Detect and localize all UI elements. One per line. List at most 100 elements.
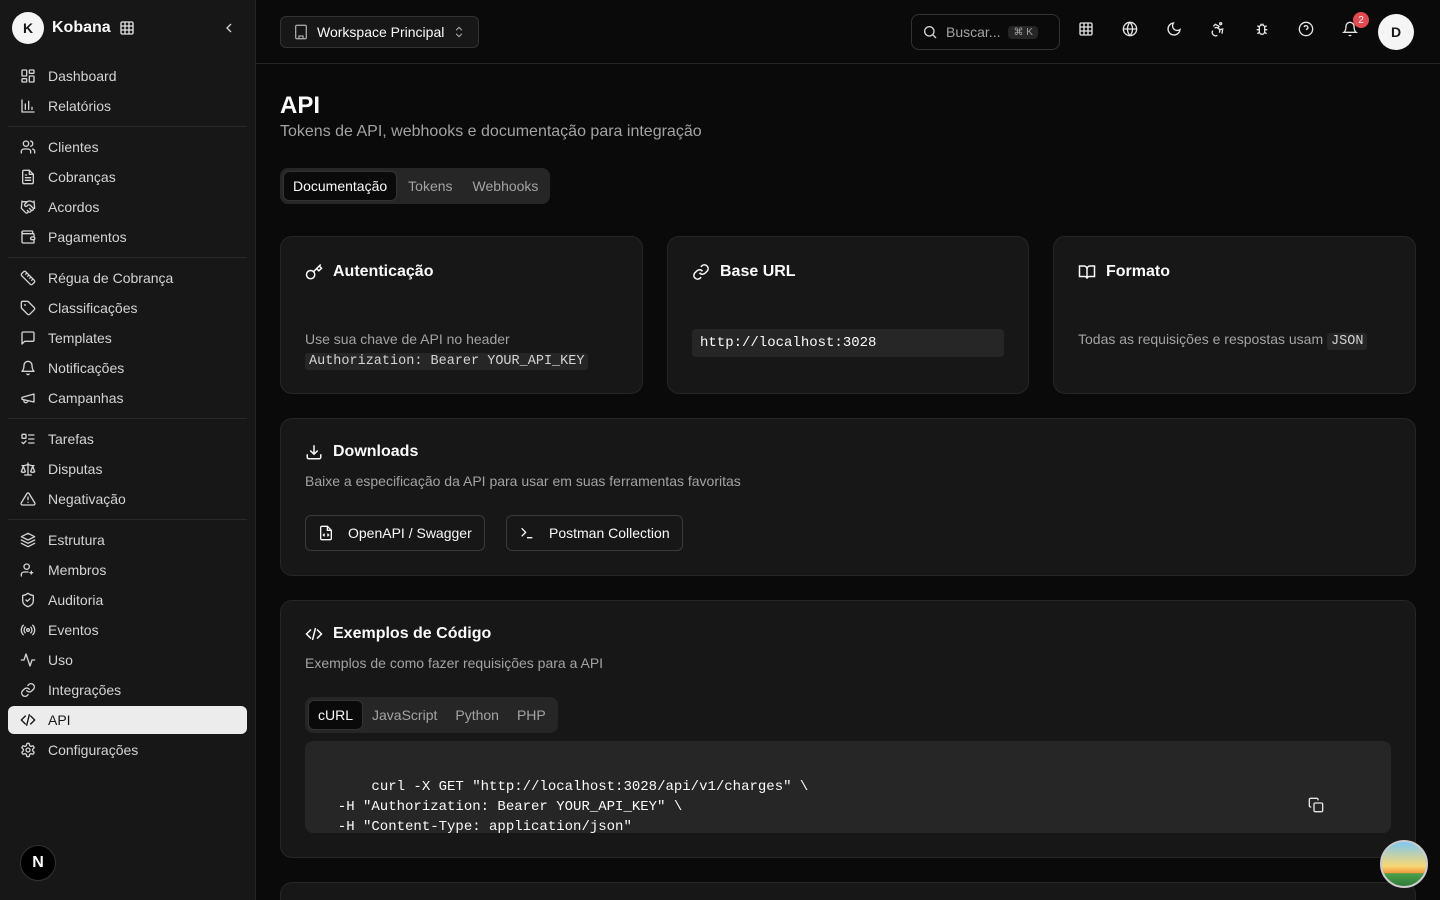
link-icon [693,264,709,280]
table-icon[interactable] [1078,21,1094,37]
next-badge[interactable]: N [20,845,56,881]
copy-icon[interactable] [1308,757,1375,853]
sidebar-item-acordos[interactable]: Acordos [8,193,247,221]
user-avatar[interactable]: D [1378,14,1414,50]
sidebar-group: Estrutura Membros Auditoria Eventos Uso Integ… [8,520,247,770]
language-tabs: cURL JavaScript Python PHP [305,697,558,733]
auth-header-code: Authorization: Bearer YOUR_API_KEY [305,353,589,370]
sidebar-item-api[interactable]: API [8,706,247,734]
search-placeholder: Buscar... [946,24,1001,40]
sidebar-header: K Kobana [0,0,255,56]
file-code-icon [320,525,332,541]
sidebar-item-membros[interactable]: Membros [8,556,247,584]
next-section-card [280,882,1416,900]
format-title-text: Formato [1106,263,1170,280]
sidebar-item-templates[interactable]: Templates [8,324,247,352]
sidebar-item-label: Auditoria [48,592,104,608]
page-tabs: Documentação Tokens Webhooks [280,168,551,204]
accessibility-icon[interactable] [1210,21,1226,37]
code-sample: curl -X GET "http://localhost:3028/api/v… [305,741,1391,835]
tab-tokens[interactable]: Tokens [399,171,461,201]
sidebar-item-label: Disputas [48,461,103,477]
sidebar-item-label: Régua de Cobrança [48,270,174,286]
sidebar-item-pagamentos[interactable]: Pagamentos [8,223,247,251]
search-shortcut: ⌘ K [1008,25,1038,39]
sidebar-item-notificacoes[interactable]: Notificações [8,354,247,382]
code-sample-text: curl -X GET "http://localhost:3028/api/v… [337,779,809,835]
sidebar-item-eventos[interactable]: Eventos [8,616,247,644]
code-examples-card: Exemplos de Código Exemplos de como faze… [280,600,1416,858]
language-tab-curl[interactable]: cURL [308,700,364,730]
chevrons-up-down-icon [452,25,466,39]
layers-icon [20,532,48,548]
sidebar-item-integracoes[interactable]: Integrações [8,676,247,704]
base-url-title-text: Base URL [720,263,796,280]
format-card-title: Formato [1078,263,1170,281]
downloads-subtitle: Baixe a especificação da API para usar e… [305,473,741,489]
chevron-left-icon[interactable] [221,20,237,36]
postman-label: Postman Collection [549,525,670,541]
moon-icon[interactable] [1166,21,1182,37]
bug-icon[interactable] [1254,21,1270,37]
sidebar-item-negativacao[interactable]: Negativação [8,485,247,513]
downloads-card: Downloads Baixe a especificação da API p… [280,418,1416,576]
base-url-card-title: Base URL [692,263,796,281]
sidebar-item-auditoria[interactable]: Auditoria [8,586,247,614]
notification-count: 2 [1353,12,1369,28]
sidebar-item-tarefas[interactable]: Tarefas [8,425,247,453]
activity-icon [20,652,48,668]
search-icon [924,26,937,39]
sidebar-item-clientes[interactable]: Clientes [8,133,247,161]
sidebar-item-classificacoes[interactable]: Classificações [8,294,247,322]
scale-icon [20,461,48,477]
bar-chart-icon [20,98,48,114]
downloads-title: Downloads [305,443,418,461]
search-button[interactable]: Buscar... ⌘ K [911,14,1060,50]
sidebar-item-relatorios[interactable]: Relatórios [8,92,247,120]
tab-documentacao[interactable]: Documentação [283,171,398,201]
sidebar-item-cobrancas[interactable]: Cobranças [8,163,247,191]
tab-webhooks[interactable]: Webhooks [464,171,548,201]
assistant-avatar-button[interactable] [1380,840,1428,888]
format-description: Todas as requisições e respostas usam [1078,331,1324,347]
terminal-icon [521,527,533,539]
auth-title-text: Autenticação [333,263,434,280]
message-square-icon [20,330,48,346]
sidebar-item-label: Membros [48,562,107,578]
base-url-value[interactable]: http://localhost:3028 [692,329,1004,357]
sidebar-item-estrutura[interactable]: Estrutura [8,526,247,554]
sidebar-item-dashboard[interactable]: Dashboard [8,62,247,90]
sidebar-item-uso[interactable]: Uso [8,646,247,674]
help-circle-icon[interactable] [1298,21,1314,37]
postman-download-button[interactable]: Postman Collection [506,515,683,551]
brand-name: Kobana [52,19,111,36]
megaphone-icon [20,390,48,406]
sidebar-item-disputas[interactable]: Disputas [8,455,247,483]
sidebar-item-label: API [48,712,71,728]
sidebar-item-label: Pagamentos [48,229,127,245]
sidebar-item-label: Estrutura [48,532,105,548]
language-tab-php[interactable]: PHP [508,700,555,730]
code-examples-title: Exemplos de Código [305,625,491,643]
workspace-logo[interactable]: K [12,12,44,44]
code-icon [20,712,48,728]
language-tab-javascript[interactable]: JavaScript [363,700,446,730]
page-subtitle: Tokens de API, webhooks e documentação p… [280,123,702,140]
base-url-card: Base URL http://localhost:3028 [667,236,1029,394]
openapi-download-button[interactable]: OpenAPI / Swagger [305,515,485,551]
receipt-icon [20,169,48,185]
format-code: JSON [1327,333,1368,350]
grid-icon[interactable] [119,20,135,36]
sidebar-item-campanhas[interactable]: Campanhas [8,384,247,412]
language-tab-python[interactable]: Python [446,700,508,730]
sidebar-group: Tarefas Disputas Negativação [8,419,247,520]
workspace-select[interactable]: Workspace Principal [280,16,480,48]
sidebar-item-configuracoes[interactable]: Configurações [8,736,247,764]
building-icon [293,24,309,40]
globe-icon[interactable] [1122,21,1138,37]
openapi-label: OpenAPI / Swagger [348,525,472,541]
sidebar-item-regua-de-cobranca[interactable]: Régua de Cobrança [8,264,247,292]
tag-icon [20,300,48,316]
sidebar-item-label: Dashboard [48,68,117,84]
sidebar-item-label: Cobranças [48,169,116,185]
